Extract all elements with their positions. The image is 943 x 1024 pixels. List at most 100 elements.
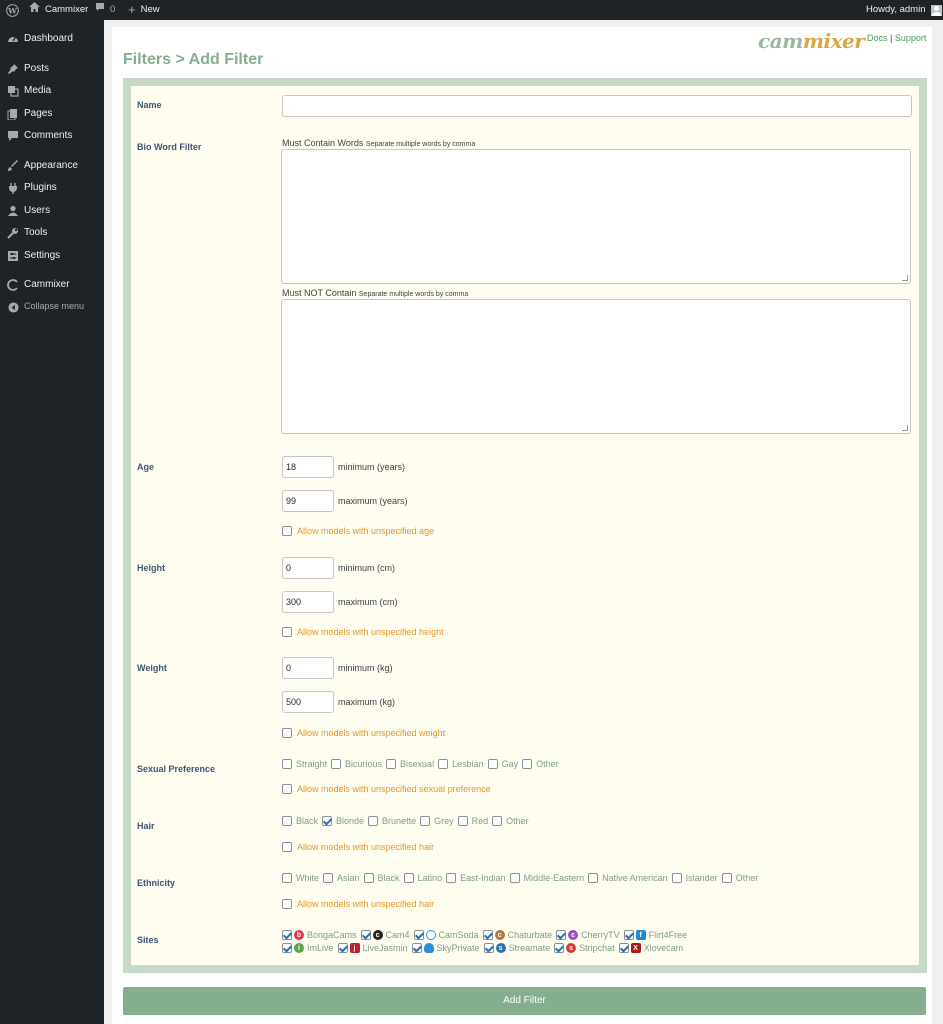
stripchat-icon: s <box>566 943 577 953</box>
allow-unspecified-weight-checkbox[interactable] <box>282 728 292 738</box>
site-cherrytv-checkbox[interactable] <box>556 930 567 940</box>
site-bongacams-checkbox[interactable] <box>282 930 292 940</box>
weight-min-label: minimum (kg) <box>338 663 393 673</box>
support-link[interactable]: Support <box>895 33 927 43</box>
allow-unspecified-sexual-preference-checkbox[interactable] <box>282 784 292 794</box>
menu-label: Tools <box>24 227 48 238</box>
allow-unspecified-height-checkbox[interactable] <box>282 627 292 637</box>
my-account-link[interactable]: Howdy, admin <box>866 0 942 20</box>
checkbox[interactable] <box>487 759 498 769</box>
site-imlive-checkbox[interactable] <box>282 943 292 953</box>
checkbox[interactable] <box>386 759 397 769</box>
new-label: New <box>140 4 160 15</box>
checkbox[interactable] <box>721 873 732 883</box>
option-other[interactable]: Other <box>721 873 763 883</box>
option-brunette[interactable]: Brunette <box>368 816 420 826</box>
menu-item-cammixer[interactable]: Cammixer <box>0 274 104 296</box>
checkbox[interactable] <box>522 759 533 769</box>
checkbox[interactable] <box>363 873 374 883</box>
option-islander[interactable]: Islander <box>671 873 722 883</box>
checkbox[interactable] <box>282 759 292 769</box>
option-bisexual[interactable]: Bisexual <box>386 759 438 769</box>
option-asian[interactable]: Asian <box>323 873 364 883</box>
checkbox[interactable] <box>588 873 599 883</box>
weight-max-input[interactable]: 500 <box>282 691 334 713</box>
option-lesbian[interactable]: Lesbian <box>438 759 488 769</box>
option-other[interactable]: Other <box>522 759 563 769</box>
height-max-label: maximum (cm) <box>338 597 398 607</box>
site-streamate-checkbox[interactable] <box>483 943 494 953</box>
site-flirt4free-checkbox[interactable] <box>623 930 634 940</box>
checkbox[interactable] <box>457 816 468 826</box>
menu-item-users[interactable]: Users <box>0 200 104 222</box>
age-max-input[interactable]: 99 <box>282 490 334 512</box>
menu-item-dashboard[interactable]: Dashboard <box>0 28 104 50</box>
option-black[interactable]: Black <box>282 816 322 826</box>
allow-unspecified-hair-checkbox[interactable] <box>282 842 292 852</box>
option-straight[interactable]: Straight <box>282 759 331 769</box>
site-skyprivate-checkbox[interactable] <box>411 943 422 953</box>
menu-item-settings[interactable]: Settings <box>0 245 104 267</box>
checkbox[interactable] <box>438 759 449 769</box>
option-white[interactable]: White <box>282 873 323 883</box>
option-blonde[interactable]: Blonde <box>322 816 368 826</box>
weight-min-input[interactable]: 0 <box>282 657 334 679</box>
option-grey[interactable]: Grey <box>420 816 458 826</box>
option-gay[interactable]: Gay <box>487 759 523 769</box>
must-contain-textarea[interactable] <box>281 149 911 284</box>
checkbox[interactable] <box>492 816 503 826</box>
site-xlovecam-checkbox[interactable] <box>618 943 629 953</box>
wordpress-logo-icon[interactable]: W <box>6 0 19 20</box>
site-livejasmin-checkbox[interactable] <box>337 943 348 953</box>
new-content-link[interactable]: + New <box>128 0 160 20</box>
height-min-input[interactable]: 0 <box>282 557 334 579</box>
site-label: Chaturbate <box>507 930 553 940</box>
option-bicurious[interactable]: Bicurious <box>331 759 386 769</box>
collapse-menu-button[interactable]: Collapse menu <box>0 296 104 318</box>
option-native-american[interactable]: Native American <box>588 873 672 883</box>
checkbox[interactable] <box>403 873 414 883</box>
site-stripchat-checkbox[interactable] <box>554 943 565 953</box>
option-red[interactable]: Red <box>457 816 493 826</box>
add-filter-button[interactable]: Add Filter <box>123 987 926 1015</box>
site-cam4-checkbox[interactable] <box>360 930 371 940</box>
admin-menu: Dashboard Posts Media Pages Comments App… <box>0 20 104 1024</box>
allow-unspecified-age-checkbox[interactable] <box>282 526 292 536</box>
option-east-indian[interactable]: East-Indian <box>446 873 510 883</box>
site-camsoda-checkbox[interactable] <box>413 930 424 940</box>
option-label: Lesbian <box>452 759 484 769</box>
docs-link[interactable]: Docs <box>867 33 888 43</box>
height-max-input[interactable]: 300 <box>282 591 334 613</box>
comments-link[interactable]: 0 <box>95 0 115 20</box>
must-not-contain-textarea[interactable] <box>281 299 911 434</box>
checkbox[interactable] <box>509 873 520 883</box>
allow-unspecified-ethnicity-checkbox[interactable] <box>282 899 292 909</box>
checkbox[interactable] <box>282 816 292 826</box>
home-icon <box>29 0 40 20</box>
menu-item-media[interactable]: Media <box>0 80 104 102</box>
menu-item-tools[interactable]: Tools <box>0 222 104 244</box>
checkbox[interactable] <box>446 873 457 883</box>
checkbox[interactable] <box>282 873 292 883</box>
menu-item-posts[interactable]: Posts <box>0 58 104 80</box>
settings-icon <box>6 249 20 263</box>
checkbox[interactable] <box>368 816 379 826</box>
menu-item-comments[interactable]: Comments <box>0 125 104 147</box>
option-latino[interactable]: Latino <box>403 873 447 883</box>
option-black[interactable]: Black <box>363 873 404 883</box>
height-label: Height <box>137 563 165 573</box>
menu-item-appearance[interactable]: Appearance <box>0 155 104 177</box>
option-middle-eastern[interactable]: Middle-Eastern <box>509 873 589 883</box>
checkbox[interactable] <box>323 873 334 883</box>
checkbox[interactable] <box>331 759 342 769</box>
name-input[interactable] <box>282 95 912 117</box>
site-name-link[interactable]: Cammixer <box>29 0 88 20</box>
site-chaturbate-checkbox[interactable] <box>482 930 493 940</box>
option-other[interactable]: Other <box>492 816 533 826</box>
menu-item-pages[interactable]: Pages <box>0 103 104 125</box>
age-min-input[interactable]: 18 <box>282 456 334 478</box>
menu-item-plugins[interactable]: Plugins <box>0 177 104 199</box>
checkbox-checked[interactable] <box>322 816 333 826</box>
checkbox[interactable] <box>671 873 682 883</box>
checkbox[interactable] <box>420 816 431 826</box>
